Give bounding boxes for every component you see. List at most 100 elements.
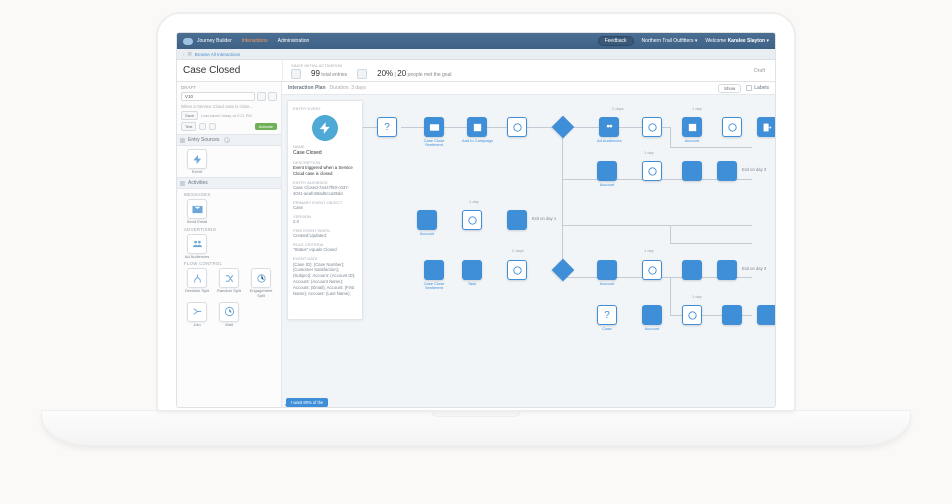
settings-icon[interactable] — [257, 92, 266, 101]
goal-label: people met the goal — [408, 72, 452, 78]
node-account-1[interactable]: Account — [682, 117, 702, 143]
save-button[interactable]: Save — [181, 111, 198, 120]
entry-data: (Case ID); (Case Number); (Customer Sati… — [293, 262, 357, 297]
plan-header: Interaction Plan Duration: 3 days Show L… — [282, 82, 775, 95]
tile-engagement-split[interactable]: Engagement Split — [247, 268, 275, 298]
labels-toggle[interactable]: Labels — [746, 85, 769, 91]
node-exit-2[interactable] — [717, 161, 737, 181]
node-close-sentiment-1[interactable]: Case Close Sentiment — [417, 117, 451, 147]
node-add-campaign[interactable]: Add to Campaign — [462, 117, 493, 143]
engagement-icon — [256, 273, 267, 284]
tile-ad-audiences[interactable]: Ad Audiences — [183, 234, 211, 259]
breadcrumb: ‹ ▤ Browse All Interactions — [177, 49, 775, 60]
duration-2days-1: 2 days — [612, 106, 624, 111]
node-account-4[interactable]: Account — [597, 260, 617, 286]
org-switcher[interactable]: Northern Trail Outfitters ▾ — [642, 38, 698, 44]
goal-tooltip: I want 80% of the — [286, 398, 328, 407]
clock-icon — [224, 306, 235, 317]
entries-count: 99 — [311, 69, 320, 78]
activate-button[interactable]: Activate — [255, 123, 277, 130]
entry-version: 2.0 — [293, 219, 357, 225]
global-header: Journey Builder Interactions Administrat… — [177, 33, 775, 49]
goal-icon — [357, 69, 367, 79]
draft-label: DRAFT — [181, 85, 277, 90]
audience-icon — [192, 238, 203, 249]
tile-join[interactable]: Join — [183, 302, 211, 327]
redo-icon[interactable] — [209, 123, 216, 130]
node-close-sentiment-2[interactable]: Case Close Sentiment — [417, 260, 451, 290]
node-diamond-1[interactable] — [555, 119, 571, 135]
node-exit-3[interactable] — [507, 210, 527, 230]
node-account-3[interactable]: Account — [417, 210, 437, 236]
node-account-2[interactable]: Account — [597, 161, 617, 187]
node-case[interactable]: ?Case — [597, 305, 617, 331]
duration-1day-1: 1 day — [692, 106, 702, 111]
node-wait-1[interactable] — [507, 117, 527, 137]
node-wait-6[interactable] — [507, 260, 527, 280]
last-saved: Last saved today at 2:21 PM — [201, 113, 252, 118]
exit-label-1: Exit on day 3 — [742, 167, 766, 172]
duration-1day-4: 1 day — [644, 248, 654, 253]
tile-send-email[interactable]: Send Email — [183, 199, 211, 224]
sub-advertising: ADVERTISING — [184, 227, 277, 232]
node-wait-2[interactable] — [642, 117, 662, 137]
tree-icon[interactable]: ▤ — [188, 51, 192, 57]
nav-interactions[interactable]: Interactions — [242, 38, 268, 44]
undo-icon[interactable] — [199, 123, 206, 130]
breadcrumb-link[interactable]: Browse All Interactions — [195, 52, 241, 57]
goal-pct: 20% — [377, 69, 393, 78]
node-account-2b[interactable] — [682, 161, 702, 181]
node-wait-8[interactable] — [682, 305, 702, 325]
sub-flow: FLOW CONTROL — [184, 261, 277, 266]
stats-since-label: SINCE INITIAL ACTIVATION — [291, 63, 451, 68]
exit-label-3: Exit on day 3 — [742, 266, 766, 271]
product-name: Journey Builder — [197, 38, 232, 44]
node-decision-1[interactable]: ? — [377, 117, 397, 137]
test-button[interactable]: Test — [181, 122, 196, 131]
entry-audience: Case Closed-7a447f60-c037-4041-aeafc60ad… — [293, 185, 357, 197]
node-ad-audiences[interactable]: Ad Audiences — [597, 117, 621, 143]
exit-label-2: Exit on day 1 — [532, 216, 556, 221]
node-account-5b[interactable] — [722, 305, 742, 325]
nav-administration[interactable]: Administration — [278, 38, 310, 44]
entries-icon — [291, 69, 301, 79]
tile-random-split[interactable]: Random Split — [215, 268, 243, 298]
node-wait-4[interactable] — [642, 161, 662, 181]
version-select[interactable]: V10 — [181, 92, 255, 101]
duration-2days-2: 2 days — [512, 248, 524, 253]
section-entry-sources[interactable]: Entry Sourcesi — [177, 134, 281, 146]
entry-event-card[interactable]: ENTRY EVENT NAMECase Closed DESCRIPTIONE… — [287, 100, 363, 320]
entry-name: Case Closed — [293, 150, 357, 157]
join-icon — [192, 306, 203, 317]
node-wait-7[interactable] — [642, 260, 662, 280]
node-task[interactable]: Task — [462, 260, 482, 286]
node-exit-5[interactable] — [757, 305, 775, 325]
journey-canvas[interactable]: Interaction Plan Duration: 3 days Show L… — [282, 82, 775, 407]
info-icon[interactable]: i — [224, 137, 230, 143]
node-wait-5[interactable] — [462, 210, 482, 230]
section-activities[interactable]: Activities — [177, 177, 281, 189]
plan-title: Interaction Plan — [288, 85, 326, 91]
delete-icon[interactable] — [268, 92, 277, 101]
node-account-5[interactable]: Account — [642, 305, 662, 331]
entries-label: total entries — [321, 72, 347, 78]
tile-decision-split[interactable]: Decision Split — [183, 268, 211, 298]
user-menu[interactable]: Welcome Karalee Slayton ▾ — [705, 38, 769, 44]
node-diamond-2[interactable] — [555, 262, 571, 278]
node-wait-3[interactable] — [722, 117, 742, 137]
tile-wait[interactable]: Wait — [215, 302, 243, 327]
tile-event[interactable]: Event — [183, 149, 211, 174]
back-icon[interactable]: ‹ — [183, 52, 185, 57]
node-exit-1[interactable] — [757, 117, 775, 137]
laptop-base — [41, 410, 911, 446]
entry-event-icon — [312, 115, 338, 141]
envelope-icon — [192, 204, 203, 215]
app-screen: Journey Builder Interactions Administrat… — [176, 32, 776, 408]
feedback-button[interactable]: Feedback — [598, 36, 634, 46]
duration-1day-2: 1 day — [644, 150, 654, 155]
show-button[interactable]: Show — [718, 84, 741, 93]
left-panel: DRAFT V10 When a Service Cloud case is c… — [177, 82, 282, 407]
entry-section-label: ENTRY EVENT — [293, 106, 357, 111]
node-account-4b[interactable] — [682, 260, 702, 280]
node-exit-4[interactable] — [717, 260, 737, 280]
